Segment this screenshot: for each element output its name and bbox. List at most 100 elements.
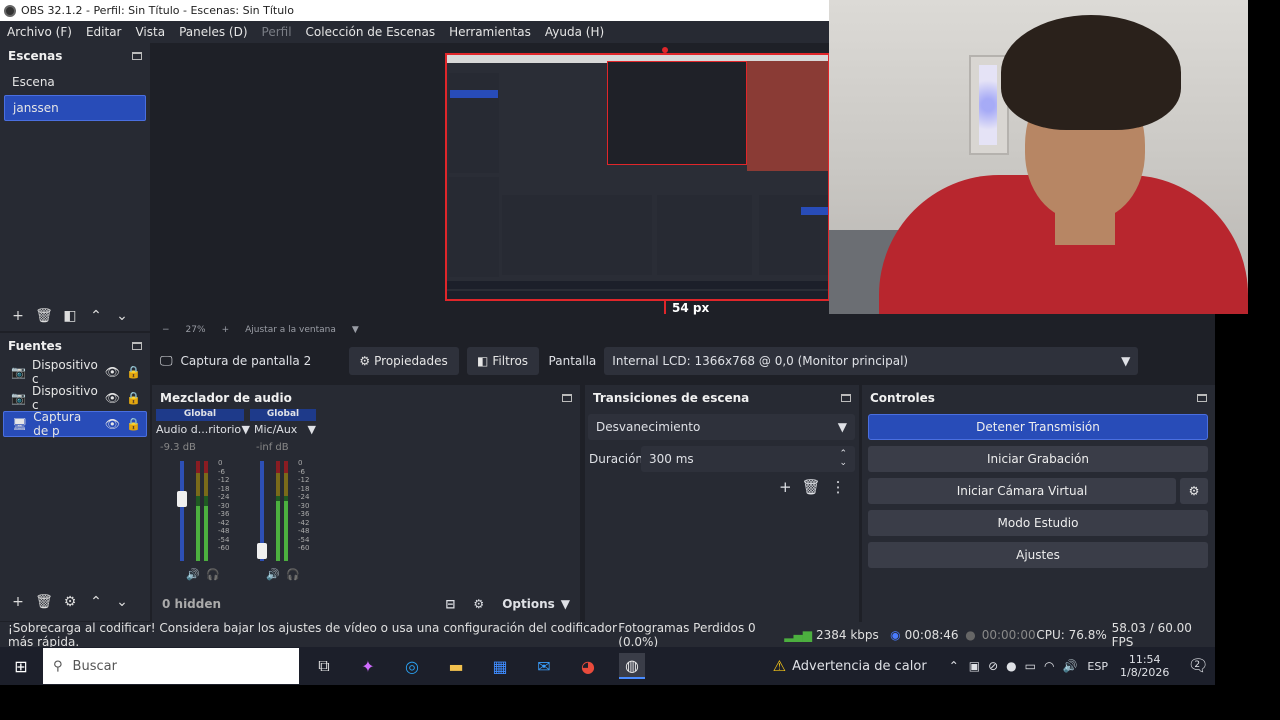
bitrate: 2384 kbps: [815, 627, 879, 642]
menu-vista[interactable]: Vista: [128, 25, 172, 39]
search-box[interactable]: ⚲ Buscar: [43, 648, 299, 684]
file-explorer-icon[interactable]: ▬: [443, 653, 469, 679]
scene-item[interactable]: Escena: [4, 69, 146, 95]
screen-select[interactable]: Internal LCD: 1366x768 @ 0,0 (Monitor pr…: [604, 347, 1139, 375]
undock-icon[interactable]: [1197, 394, 1207, 402]
menu-coleccion[interactable]: Colección de Escenas: [299, 25, 443, 39]
tray-app-icon[interactable]: ▣: [969, 659, 980, 673]
source-item[interactable]: 📷 Dispositivo c 👁 🔒: [3, 384, 147, 412]
duration-spinbox[interactable]: 300 ms ⌃ ⌄: [641, 446, 855, 472]
channel-name-dropdown[interactable]: Mic/Aux ▼: [254, 423, 316, 436]
mute-icon[interactable]: 🔊: [186, 568, 200, 581]
edge-icon[interactable]: ◎: [399, 653, 425, 679]
start-virtual-cam-button[interactable]: Iniciar Cámara Virtual: [868, 478, 1176, 504]
filters-button[interactable]: ◧ Filtros: [466, 347, 539, 375]
meter-scale-label: -30: [218, 501, 230, 510]
task-view-icon[interactable]: ⧉: [311, 653, 337, 679]
menu-paneles[interactable]: Paneles (D): [172, 25, 254, 39]
source-item[interactable]: 📷 Dispositivo c 👁 🔒: [3, 358, 147, 386]
source-item-selected[interactable]: 🖥 Captura de p 👁 🔒: [3, 410, 147, 438]
wifi-icon[interactable]: ◠: [1044, 659, 1054, 673]
preview-handle-bottom[interactable]: [664, 300, 666, 314]
scene-item-selected[interactable]: janssen: [4, 95, 146, 121]
undock-icon[interactable]: [132, 52, 142, 60]
studio-mode-button[interactable]: Modo Estudio: [868, 510, 1208, 536]
menu-perfil[interactable]: Perfil: [255, 25, 299, 39]
move-up-icon[interactable]: ⌃: [84, 591, 108, 613]
spin-icon[interactable]: ⌃ ⌄: [839, 450, 847, 468]
undock-icon[interactable]: [132, 342, 142, 350]
remove-scene-icon[interactable]: 🗑: [32, 305, 56, 327]
preview-capture[interactable]: [445, 53, 830, 301]
eye-off-icon[interactable]: ⊘: [988, 659, 998, 673]
zoom-out-button[interactable]: −: [162, 325, 170, 335]
volume-slider-track[interactable]: [180, 461, 184, 561]
windows-start-icon[interactable]: ⊞: [8, 653, 34, 679]
add-transition-icon[interactable]: +: [779, 478, 792, 496]
keyboard-icon[interactable]: ▭: [1025, 659, 1036, 673]
obs-taskbar-icon[interactable]: ◍: [619, 653, 645, 679]
chevron-down-icon: ▼: [837, 420, 847, 434]
visibility-eye-icon[interactable]: 👁: [105, 391, 120, 405]
menu-archivo[interactable]: Archivo (F): [0, 25, 79, 39]
filters-icon[interactable]: ◧: [58, 305, 82, 327]
notification-icon[interactable]: 🗨 2: [1187, 656, 1209, 676]
transition-select[interactable]: Desvanecimiento ▼: [588, 414, 855, 440]
lock-icon[interactable]: 🔒: [126, 365, 147, 379]
record-icon: ●: [965, 627, 976, 642]
meter-scale-label: -6: [218, 467, 225, 476]
start-recording-button[interactable]: Iniciar Grabación: [868, 446, 1208, 472]
stop-stream-button[interactable]: Detener Transmisión: [868, 414, 1208, 440]
remove-transition-icon[interactable]: 🗑: [802, 478, 821, 496]
meter-scale-label: -60: [218, 544, 230, 552]
store-icon[interactable]: ▦: [487, 653, 513, 679]
settings-button[interactable]: Ajustes: [868, 542, 1208, 568]
volume-slider-knob[interactable]: [177, 491, 187, 507]
menu-editar[interactable]: Editar: [79, 25, 129, 39]
layout-icon[interactable]: ⊟: [445, 597, 455, 611]
clock[interactable]: 11:54 1/8/2026: [1120, 653, 1169, 679]
channel-name-dropdown[interactable]: Audio d...ritorio ▼: [156, 423, 250, 436]
copilot-icon[interactable]: ✦: [355, 653, 381, 679]
microphone-icon[interactable]: ●: [1006, 659, 1016, 673]
undock-icon[interactable]: [841, 394, 851, 402]
move-down-icon[interactable]: ⌄: [110, 305, 134, 327]
move-down-icon[interactable]: ⌄: [110, 591, 134, 613]
more-options-icon[interactable]: ⋮: [831, 478, 846, 496]
volume-slider-knob[interactable]: [257, 543, 267, 559]
language[interactable]: ESP: [1087, 660, 1108, 673]
menu-ayuda[interactable]: Ayuda (H): [538, 25, 611, 39]
mixer-title: Mezclador de audio: [160, 391, 292, 405]
chevron-down-icon[interactable]: ▼: [561, 597, 570, 611]
vcam-settings-icon[interactable]: ⚙: [1180, 478, 1208, 504]
transitions-title: Transiciones de escena: [593, 391, 750, 405]
monitor-headphone-icon[interactable]: 🎧: [206, 568, 220, 581]
menu-herramientas[interactable]: Herramientas: [442, 25, 538, 39]
advanced-audio-icon[interactable]: ⚙: [473, 597, 484, 611]
lock-icon[interactable]: 🔒: [126, 391, 147, 405]
add-scene-icon[interactable]: +: [6, 305, 30, 327]
chrome-icon[interactable]: ◕: [575, 653, 601, 679]
fit-window-label[interactable]: Ajustar a la ventana: [245, 325, 336, 335]
volume-icon[interactable]: 🔊: [1062, 659, 1077, 673]
visibility-eye-icon[interactable]: 👁: [105, 417, 120, 431]
tray-chevron-icon[interactable]: ⌃: [949, 659, 959, 673]
source-settings-icon[interactable]: ⚙: [58, 591, 82, 613]
visibility-eye-icon[interactable]: 👁: [105, 365, 120, 379]
preview-handle-top[interactable]: [662, 47, 668, 53]
channel-tag: Global: [156, 409, 244, 421]
heat-warning[interactable]: Advertencia de calor: [792, 659, 927, 674]
monitor-headphone-icon[interactable]: 🎧: [286, 568, 300, 581]
remove-source-icon[interactable]: 🗑: [32, 591, 56, 613]
move-up-icon[interactable]: ⌃: [84, 305, 108, 327]
fit-dropdown-icon[interactable]: ▼: [352, 325, 359, 335]
zoom-in-button[interactable]: +: [222, 325, 230, 335]
options-button[interactable]: Options: [502, 597, 555, 611]
properties-button[interactable]: ⚙ Propiedades: [348, 347, 459, 375]
meter-scale-label: -18: [218, 484, 230, 493]
mute-icon[interactable]: 🔊: [266, 568, 280, 581]
outlook-icon[interactable]: ✉: [531, 653, 557, 679]
undock-icon[interactable]: [562, 394, 572, 402]
lock-icon[interactable]: 🔒: [126, 417, 146, 431]
add-source-icon[interactable]: +: [6, 591, 30, 613]
